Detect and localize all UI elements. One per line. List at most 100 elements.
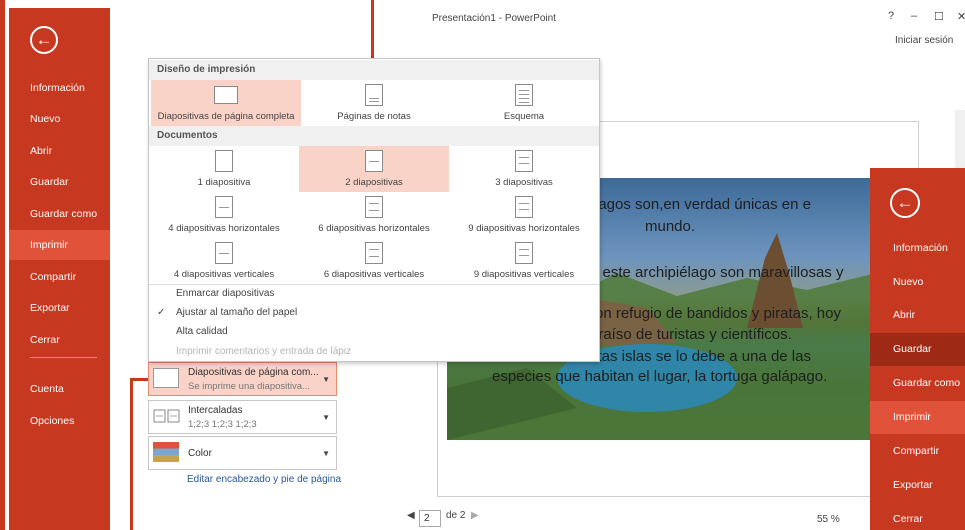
- option-label: Páginas de notas: [337, 111, 411, 122]
- option-label: 9 diapositivas verticales: [473, 269, 575, 280]
- handout-9-vertical[interactable]: 9 diapositivas verticales: [449, 238, 599, 284]
- callout-line: [130, 378, 133, 530]
- page-total: de 2: [446, 510, 466, 521]
- window-border: [0, 0, 5, 530]
- overlay-nav-imprimir[interactable]: Imprimir: [870, 401, 965, 434]
- handout-icon: [215, 242, 233, 264]
- full-page-slide-icon: [153, 368, 179, 388]
- nav-exportar[interactable]: Exportar: [9, 293, 110, 323]
- overlay-nav-abrir[interactable]: Abrir: [870, 299, 965, 332]
- powerpoint-backstage-window: ← Información Nuevo Abrir Guardar Guarda…: [0, 0, 965, 530]
- back-arrow-icon[interactable]: ←: [30, 26, 58, 54]
- callout-line: [130, 378, 148, 381]
- option-label: 4 diapositivas horizontales: [168, 223, 280, 234]
- slide-text-line: stas islas se lo debe a una de las: [590, 348, 811, 365]
- option-scale-to-fit[interactable]: Ajustar al tamaño del papel: [176, 307, 297, 318]
- prev-page-icon[interactable]: ◀: [407, 510, 415, 521]
- overlay-nav-compartir[interactable]: Compartir: [870, 435, 965, 468]
- nav-abrir[interactable]: Abrir: [9, 136, 110, 166]
- handout-9-horizontal[interactable]: 9 diapositivas horizontales: [449, 192, 599, 238]
- close-icon[interactable]: ✕: [957, 10, 965, 23]
- window-title: Presentación1 - PowerPoint: [432, 13, 556, 24]
- option-frame-slides[interactable]: Enmarcar diapositivas: [176, 288, 274, 299]
- option-label: 6 diapositivas horizontales: [318, 223, 430, 234]
- collate-pages-icon: [153, 408, 180, 428]
- nav-informacion[interactable]: Información: [9, 73, 110, 103]
- page-number-input[interactable]: 2: [419, 510, 441, 527]
- option-label: 6 diapositivas verticales: [323, 269, 425, 280]
- setting-title: Color: [188, 448, 212, 459]
- nav-opciones[interactable]: Opciones: [9, 406, 110, 436]
- backstage-sidebar: ← Información Nuevo Abrir Guardar Guarda…: [9, 8, 110, 530]
- setting-subtitle: 1;2;3 1;2;3 1;2;3: [188, 419, 257, 430]
- handout-icon: [365, 196, 383, 218]
- setting-subtitle: Se imprime una diapositiva...: [188, 381, 310, 392]
- color-selector[interactable]: Color ▼: [148, 436, 337, 470]
- chevron-down-icon: ▼: [322, 375, 330, 384]
- chevron-down-icon: ▼: [322, 449, 330, 458]
- signin-link[interactable]: Iniciar sesión: [895, 35, 953, 46]
- option-high-quality[interactable]: Alta calidad: [176, 326, 228, 337]
- option-outline[interactable]: Esquema: [449, 80, 599, 126]
- option-label: 9 diapositivas horizontales: [468, 223, 580, 234]
- slide-text-line: mundo.: [645, 218, 696, 235]
- option-full-page-slides[interactable]: Diapositivas de página completa: [151, 80, 301, 126]
- handout-4-vertical[interactable]: 4 diapositivas verticales: [149, 238, 299, 284]
- dropdown-divider: [149, 284, 599, 285]
- overlay-nav-guardar-como[interactable]: Guardar como: [870, 367, 965, 400]
- handout-1-slide[interactable]: 1 diapositiva: [149, 146, 299, 192]
- overlay-nav-cerrar[interactable]: Cerrar: [870, 503, 965, 530]
- nav-nuevo[interactable]: Nuevo: [9, 104, 110, 134]
- overlay-nav-guardar[interactable]: Guardar: [870, 333, 965, 366]
- slide-text-line: araíso de turistas y científicos.: [590, 326, 792, 343]
- handout-4-horizontal[interactable]: 4 diapositivas horizontales: [149, 192, 299, 238]
- full-page-slide-icon: [214, 86, 238, 104]
- handout-icon: [365, 242, 383, 264]
- collate-selector[interactable]: Intercaladas 1;2;3 1;2;3 1;2;3 ▼: [148, 400, 337, 434]
- nav-imprimir[interactable]: Imprimir: [9, 230, 110, 260]
- overlay-nav-nuevo[interactable]: Nuevo: [870, 266, 965, 299]
- option-label: 1 diapositiva: [197, 177, 251, 188]
- handout-2-slides[interactable]: 2 diapositivas: [299, 146, 449, 192]
- option-label: 2 diapositivas: [345, 177, 403, 188]
- section-header: Documentos: [149, 126, 599, 146]
- handout-icon: [215, 196, 233, 218]
- overlay-nav-informacion[interactable]: Información: [870, 232, 965, 265]
- option-notes-pages[interactable]: Páginas de notas: [299, 80, 449, 126]
- handout-icon: [515, 242, 533, 264]
- nav-guardar[interactable]: Guardar: [9, 167, 110, 197]
- color-icon: [153, 442, 179, 462]
- nav-cerrar[interactable]: Cerrar: [9, 325, 110, 355]
- zoom-level[interactable]: 55 %: [817, 514, 840, 525]
- minimize-icon[interactable]: –: [911, 10, 917, 22]
- handout-3-slides[interactable]: 3 diapositivas: [449, 146, 599, 192]
- slide-text-line: bagos son,en verdad únicas en e: [590, 196, 811, 213]
- back-arrow-icon[interactable]: ←: [890, 188, 920, 218]
- overlay-nav-exportar[interactable]: Exportar: [870, 469, 965, 502]
- edit-header-footer-link[interactable]: Editar encabezado y pie de página: [187, 474, 341, 485]
- option-label: Esquema: [503, 111, 545, 122]
- setting-title: Diapositivas de página com...: [188, 367, 319, 378]
- help-icon[interactable]: ?: [888, 10, 894, 22]
- handout-icon: [215, 150, 233, 172]
- nav-guardar-como[interactable]: Guardar como: [9, 199, 110, 229]
- overlay-backstage-panel: ← Información Nuevo Abrir Guardar Guarda…: [870, 168, 965, 530]
- handout-6-horizontal[interactable]: 6 diapositivas horizontales: [299, 192, 449, 238]
- option-print-comments: Imprimir comentarios y entrada de lápiz: [176, 346, 352, 357]
- option-label: Diapositivas de página completa: [157, 111, 295, 122]
- handout-icon: [515, 150, 533, 172]
- handout-icon: [515, 196, 533, 218]
- nav-compartir[interactable]: Compartir: [9, 262, 110, 292]
- outline-icon: [515, 84, 533, 106]
- slide-text-line: ron refugio de bandidos y piratas, hoy: [590, 305, 841, 322]
- slide-text-line: e este archipiélago son maravillosas y: [590, 264, 844, 281]
- maximize-icon[interactable]: ☐: [934, 10, 944, 23]
- slide-text-line: especies que habitan el lugar, la tortug…: [492, 368, 828, 385]
- chevron-down-icon: ▼: [322, 413, 330, 422]
- nav-cuenta[interactable]: Cuenta: [9, 374, 110, 404]
- print-layout-selector[interactable]: Diapositivas de página com... Se imprime…: [148, 362, 337, 396]
- next-page-icon[interactable]: ▶: [471, 510, 479, 521]
- handout-6-vertical[interactable]: 6 diapositivas verticales: [299, 238, 449, 284]
- handout-icon: [365, 150, 383, 172]
- notes-page-icon: [365, 84, 383, 106]
